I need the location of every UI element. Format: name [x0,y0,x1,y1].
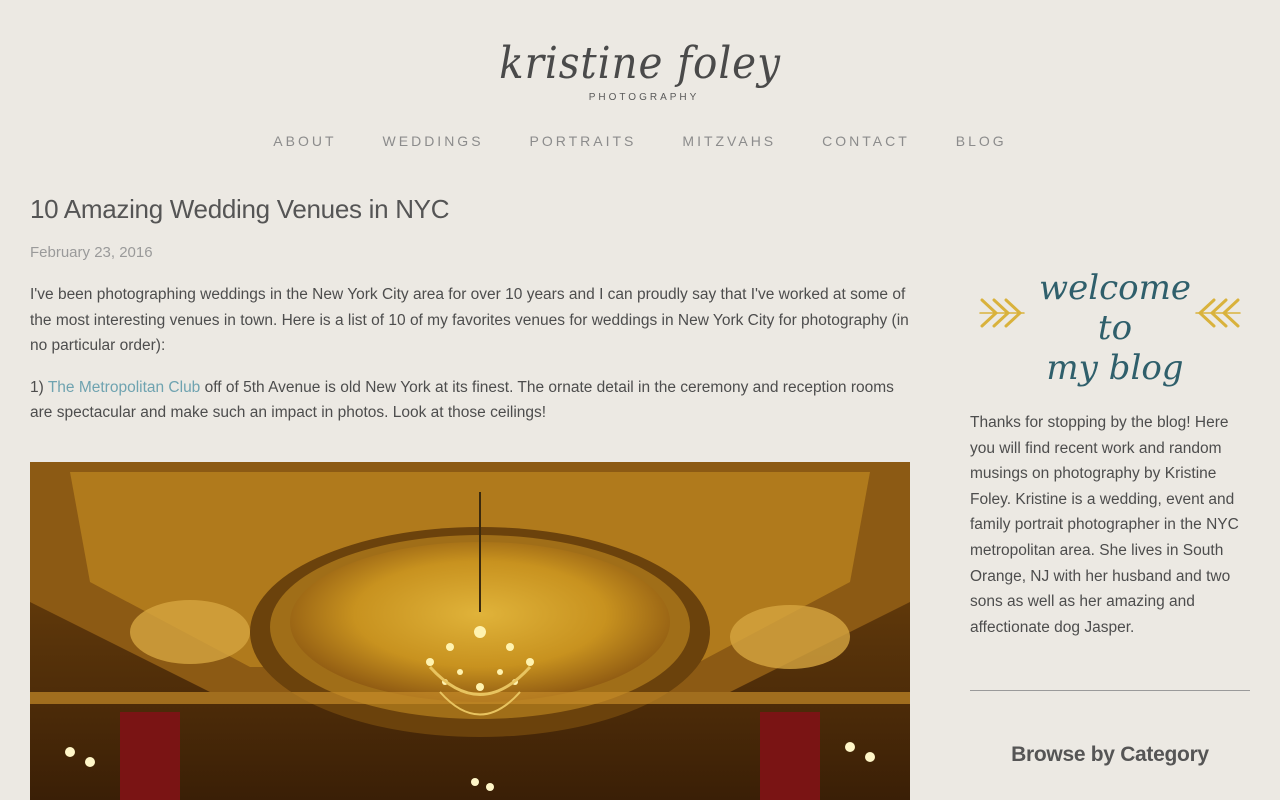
sidebar: welcome to my blog Thanks for stopping b… [970,260,1250,767]
welcome-line-1: welcome to [1039,268,1191,348]
nav-item-portraits[interactable]: PORTRAITS [530,133,637,149]
post-intro-paragraph: I've been photographing weddings in the … [30,286,909,354]
main-navigation: ABOUT WEDDINGS PORTRAITS MITZVAHS CONTAC… [0,133,1280,149]
nav-item-weddings[interactable]: WEDDINGS [383,133,484,149]
welcome-line-2: my blog [1046,348,1184,388]
ceiling-photo-illustration [30,462,910,800]
post-body: I've been photographing weddings in the … [30,282,910,426]
welcome-graphic: welcome to my blog [970,260,1250,388]
venue-item-1: 1) The Metropolitan Club off of 5th Aven… [30,375,910,426]
blog-post: 10 Amazing Wedding Venues in NYC Februar… [30,190,910,426]
nav-item-blog[interactable]: BLOG [956,133,1007,149]
post-title[interactable]: 10 Amazing Wedding Venues in NYC [30,190,910,228]
browse-by-category-heading: Browse by Category [1011,743,1209,767]
nav-item-about[interactable]: ABOUT [273,133,336,149]
logo-subtitle: PHOTOGRAPHY [588,92,700,103]
post-date: February 23, 2016 [30,244,153,261]
sidebar-divider [970,690,1250,692]
nav-item-mitzvahs[interactable]: MITZVAHS [682,133,776,149]
venue-photo[interactable] [30,462,910,800]
venue-item-number: 1) [30,378,48,396]
nav-item-contact[interactable]: CONTACT [822,133,910,149]
site-logo[interactable]: kristine foley PHOTOGRAPHY [0,38,1280,104]
sidebar-about-text: Thanks for stopping by the blog! Here yo… [970,414,1239,636]
venue-link-metropolitan-club[interactable]: The Metropolitan Club [48,379,201,396]
logo-script-text: kristine foley [499,38,781,89]
welcome-heading: welcome to my blog [1020,268,1210,388]
